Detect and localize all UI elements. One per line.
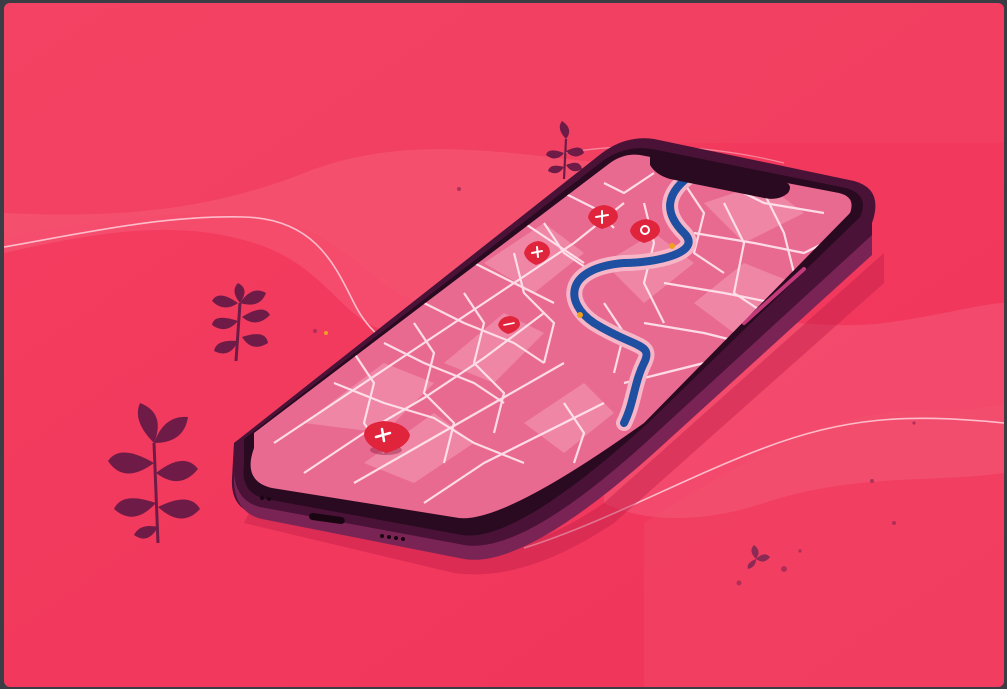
river-marker (669, 243, 675, 249)
smartphone-map-illustration (4, 3, 1004, 687)
decorative-dot (324, 331, 328, 335)
river-marker (577, 312, 583, 318)
illustration-scene (4, 3, 1004, 687)
